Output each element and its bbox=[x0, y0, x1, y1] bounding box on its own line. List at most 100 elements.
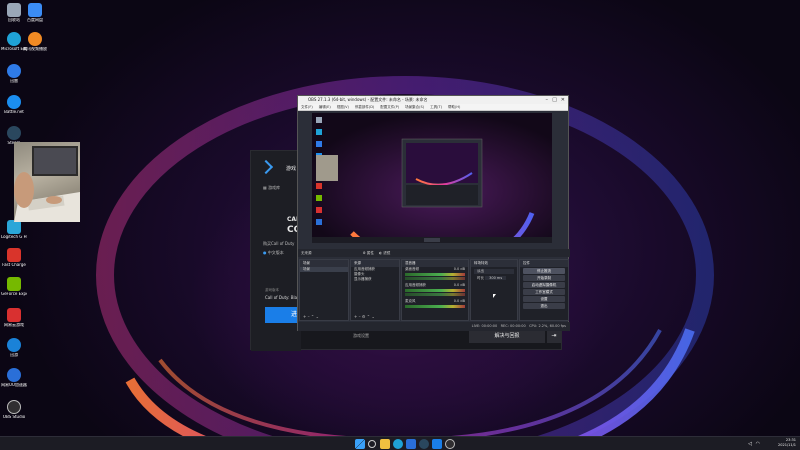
search-icon[interactable] bbox=[368, 440, 376, 448]
gear-icon[interactable]: ⚙ bbox=[363, 251, 366, 255]
source-item[interactable]: 显示器捕获 bbox=[351, 277, 399, 282]
filter-icon[interactable]: ◐ bbox=[379, 251, 382, 255]
scenes-dock-title: 场景 bbox=[300, 260, 348, 267]
volume-meter bbox=[405, 305, 465, 308]
volume-slider[interactable] bbox=[405, 293, 465, 296]
scene-item[interactable]: 场景 bbox=[300, 267, 348, 272]
desktop-icon-cloud-drive[interactable]: 百度网盘 bbox=[22, 3, 48, 23]
channel-level: 0.0 dB bbox=[453, 267, 465, 271]
studio-mode-button[interactable]: 工作室模式 bbox=[523, 289, 565, 295]
edge-icon[interactable] bbox=[393, 439, 403, 449]
desktop-icon-fast-charge[interactable]: Fast Charge bbox=[1, 248, 27, 268]
gear-icon[interactable]: ⚙ bbox=[362, 314, 366, 319]
transition-type-select[interactable]: 淡出 bbox=[474, 269, 514, 274]
taskbar: 23:31 2021/11/1 ◠ ◁ bbox=[0, 436, 800, 450]
windows-start-icon[interactable] bbox=[355, 439, 365, 449]
volume-slider[interactable] bbox=[405, 277, 465, 280]
desktop-icon-obs[interactable]: OBS Studio bbox=[1, 400, 27, 420]
controls-dock: 控件 停止推流 开始录制 启动虚拟摄像机 工作室模式 设置 退出 bbox=[519, 259, 569, 321]
mixer-channel-name: 麦克风 0.0 dB bbox=[402, 299, 468, 304]
menu-edit[interactable]: 编辑(E) bbox=[319, 104, 331, 110]
netease-game-icon bbox=[7, 308, 21, 322]
ghub-icon bbox=[7, 220, 21, 234]
launcher-nav-library[interactable]: ▦ 游戏库 bbox=[263, 185, 280, 191]
obs-preview[interactable] bbox=[312, 113, 552, 243]
desktop-icon-battlenet[interactable]: Battle.net bbox=[1, 95, 27, 115]
chevron-down-icon[interactable]: ⌄ bbox=[316, 314, 319, 319]
recycle-bin-icon bbox=[7, 3, 21, 17]
uu-booster-icon bbox=[7, 368, 21, 382]
edge-icon bbox=[7, 32, 21, 46]
launcher-forward-button[interactable]: ⇥ bbox=[547, 329, 561, 343]
desktop-icon-geforce[interactable]: GeForce Experience bbox=[1, 277, 27, 297]
start-recording-button[interactable]: 开始录制 bbox=[523, 275, 565, 281]
launcher-action-button[interactable]: 解决与回报 bbox=[469, 329, 545, 343]
chevron-down-icon[interactable]: ⌄ bbox=[371, 314, 374, 319]
desktop-icon-label: GeForce Experience bbox=[1, 292, 27, 296]
stop-streaming-button[interactable]: 停止推流 bbox=[523, 268, 565, 274]
desktop-icon-ghub[interactable]: Logitech G HUB bbox=[1, 220, 27, 240]
arrow-right-icon: ⇥ bbox=[551, 332, 557, 339]
duration-label: 时长 bbox=[477, 276, 484, 280]
version-select[interactable]: Call of Duty: Bla... bbox=[265, 295, 301, 300]
obs-icon[interactable] bbox=[445, 439, 455, 449]
rec-status: REC: 00:00:00 bbox=[500, 324, 526, 328]
channel-level: 0.0 dB bbox=[453, 299, 465, 303]
desktop-icon-label: Logitech G HUB bbox=[1, 235, 27, 239]
start-virtual-camera-button[interactable]: 启动虚拟摄像机 bbox=[523, 282, 565, 288]
system-clock[interactable]: 23:31 2021/11/1 bbox=[778, 438, 796, 448]
desktop-icon-video-player[interactable]: 腾讯视频播放 bbox=[22, 32, 48, 52]
menu-tools[interactable]: 工具(T) bbox=[430, 104, 442, 110]
menu-view[interactable]: 视图(V) bbox=[337, 104, 349, 110]
game-settings-link[interactable]: 游戏设置 bbox=[341, 333, 381, 339]
steam-icon[interactable] bbox=[419, 439, 429, 449]
desktop-icon-label: 网易UU加速器 bbox=[1, 383, 27, 387]
desktop-icon-thunder[interactable]: 迅雷 bbox=[1, 64, 27, 84]
obs-window: OBS 27.1.3 (64-bit, windows) - 配置文件: 未命名… bbox=[297, 95, 570, 331]
geforce-icon bbox=[7, 277, 21, 291]
mixer-channel-name: 桌面音频 0.0 dB bbox=[402, 267, 468, 272]
game-purchase-line: 购买Call of Duty bbox=[263, 241, 295, 246]
menu-profile[interactable]: 配置文件(P) bbox=[380, 104, 399, 110]
battlenet-icon bbox=[7, 95, 21, 109]
settings-button[interactable]: 设置 bbox=[523, 296, 565, 302]
obs-source-toolbar: 无来源 ⚙ 属性 ◐ 滤镜 bbox=[298, 249, 570, 257]
properties-button[interactable]: 属性 bbox=[367, 251, 374, 255]
cloud-drive-icon bbox=[28, 3, 42, 17]
close-icon[interactable]: ✕ bbox=[561, 96, 565, 104]
menu-file[interactable]: 文件(F) bbox=[301, 104, 313, 110]
transition-duration[interactable]: 时长 300 ms bbox=[474, 276, 514, 281]
desktop-icon-booster[interactable]: 迅游 bbox=[1, 338, 27, 358]
desktop-icon-label: 网易云游戏 bbox=[4, 323, 24, 327]
menu-docks[interactable]: 停靠部件(D) bbox=[355, 104, 374, 110]
clock-date: 2021/11/1 bbox=[778, 443, 796, 447]
network-icon[interactable]: ◠ bbox=[756, 441, 760, 447]
file-explorer-icon[interactable] bbox=[380, 439, 390, 449]
transitions-title: 转场特效 bbox=[471, 260, 517, 267]
version-label: 游戏版本 bbox=[265, 288, 279, 292]
exit-button[interactable]: 退出 bbox=[523, 303, 565, 309]
menu-help[interactable]: 帮助(H) bbox=[448, 104, 460, 110]
thunder-icon bbox=[7, 64, 21, 78]
add-icon[interactable]: + bbox=[354, 314, 357, 319]
menu-scene-collection[interactable]: 场景集合(S) bbox=[405, 104, 424, 110]
desktop-icon-netease-game[interactable]: 网易云游戏 bbox=[1, 308, 27, 328]
volume-icon[interactable]: ◁ bbox=[748, 441, 752, 447]
add-icon[interactable]: + bbox=[303, 314, 306, 319]
live-status: LIVE: 00:00:00 bbox=[471, 324, 498, 328]
minimize-icon[interactable]: – bbox=[546, 96, 549, 104]
maximize-icon[interactable]: □ bbox=[552, 96, 557, 104]
cpu-status: CPU: 2.2%, 60.00 fps bbox=[529, 324, 566, 328]
chevron-up-icon[interactable]: ⌃ bbox=[367, 314, 370, 319]
remove-icon[interactable]: – bbox=[308, 314, 310, 319]
remove-icon[interactable]: – bbox=[359, 314, 361, 319]
filters-button[interactable]: 滤镜 bbox=[383, 251, 390, 255]
volume-meter bbox=[405, 289, 465, 292]
desktop-icon-uu-booster[interactable]: 网易UU加速器 bbox=[1, 368, 27, 388]
chevron-up-icon[interactable]: ⌃ bbox=[311, 314, 314, 319]
launcher-icon[interactable] bbox=[432, 439, 442, 449]
store-icon[interactable] bbox=[406, 439, 416, 449]
duration-value[interactable]: 300 ms bbox=[485, 276, 507, 280]
video-player-icon bbox=[28, 32, 42, 46]
sources-dock: 来源 应用音频捕获 摄像头 显示器捕获 + – ⚙ ⌃ ⌄ bbox=[350, 259, 400, 321]
